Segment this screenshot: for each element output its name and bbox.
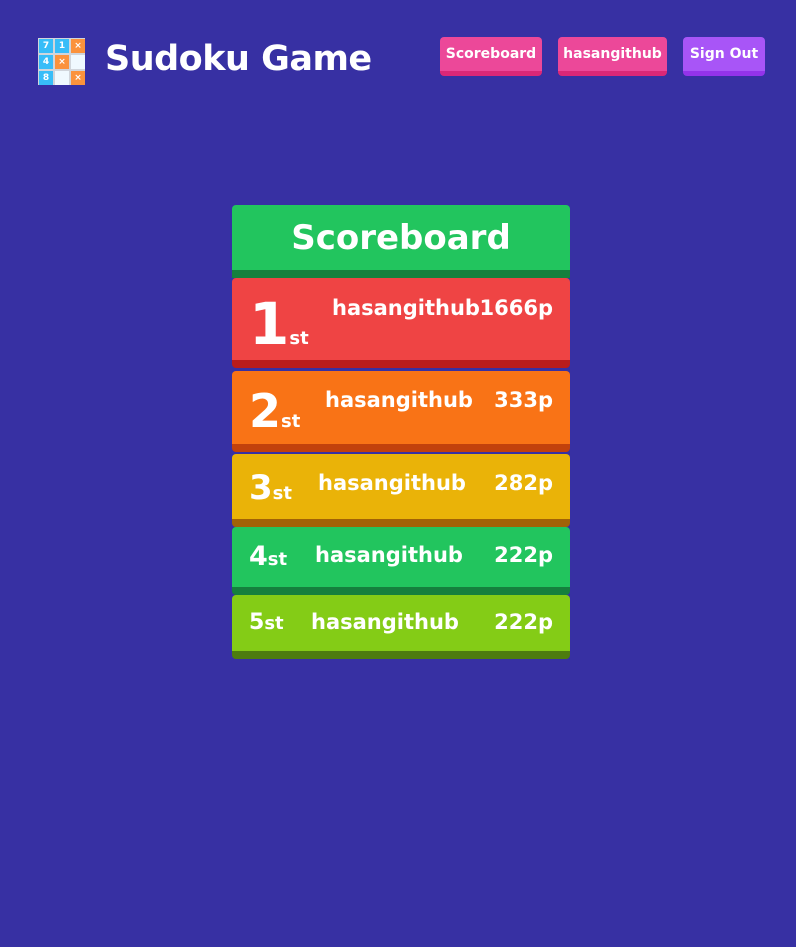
logo-cell: × xyxy=(55,55,69,69)
user-profile-button[interactable]: hasangithub xyxy=(558,37,667,76)
rank-number: 2 xyxy=(249,384,282,438)
rank-label: 5st xyxy=(249,612,284,634)
logo-cell: × xyxy=(71,39,85,53)
rank-label: 2st xyxy=(249,388,300,434)
score-row: 2st hasangithub 333p xyxy=(232,371,570,452)
rank-label: 4st xyxy=(249,543,287,570)
logo-cell xyxy=(55,71,69,85)
scoreboard-button[interactable]: Scoreboard xyxy=(440,37,542,76)
score-row: 3st hasangithub 282p xyxy=(232,454,570,527)
rank-suffix: st xyxy=(267,549,288,570)
logo-cell: 7 xyxy=(39,39,53,53)
rank-number: 5 xyxy=(249,610,265,635)
player-points: 282p xyxy=(494,471,553,495)
rank-number: 1 xyxy=(249,290,290,358)
player-name: hasangithub xyxy=(318,471,466,495)
score-row: 4st hasangithub 222p xyxy=(232,527,570,595)
player-points: 1666p xyxy=(479,296,553,320)
rank-suffix: st xyxy=(264,613,284,634)
rank-suffix: st xyxy=(281,411,301,432)
player-name: hasangithub xyxy=(315,543,463,567)
logo-cell: 8 xyxy=(39,71,53,85)
app-title: Sudoku Game xyxy=(105,39,372,79)
rank-suffix: st xyxy=(272,483,292,504)
logo-cell: × xyxy=(71,71,85,85)
sudoku-logo-icon: 7 1 × 4 × 8 × xyxy=(38,38,85,85)
player-name: hasangithub xyxy=(325,388,473,412)
logo-cell xyxy=(71,55,85,69)
score-row: 1st hasangithub 1666p xyxy=(232,278,570,368)
scoreboard-panel: Scoreboard 1st hasangithub 1666p 2st has… xyxy=(232,205,570,659)
rank-number: 4 xyxy=(249,541,268,572)
player-points: 333p xyxy=(494,388,553,412)
rank-suffix: st xyxy=(289,328,309,349)
logo-cell: 4 xyxy=(39,55,53,69)
score-row: 5st hasangithub 222p xyxy=(232,595,570,659)
logo-cell: 1 xyxy=(55,39,69,53)
sign-out-button[interactable]: Sign Out xyxy=(683,37,765,76)
scoreboard-title: Scoreboard xyxy=(232,205,570,278)
player-name: hasangithub xyxy=(332,296,480,320)
player-points: 222p xyxy=(494,610,553,634)
player-points: 222p xyxy=(494,543,553,567)
player-name: hasangithub xyxy=(311,610,459,634)
header: 7 1 × 4 × 8 × Sudoku Game Scoreboard has… xyxy=(0,0,796,120)
rank-label: 3st xyxy=(249,471,292,505)
rank-label: 1st xyxy=(249,295,309,353)
rank-number: 3 xyxy=(249,468,273,508)
